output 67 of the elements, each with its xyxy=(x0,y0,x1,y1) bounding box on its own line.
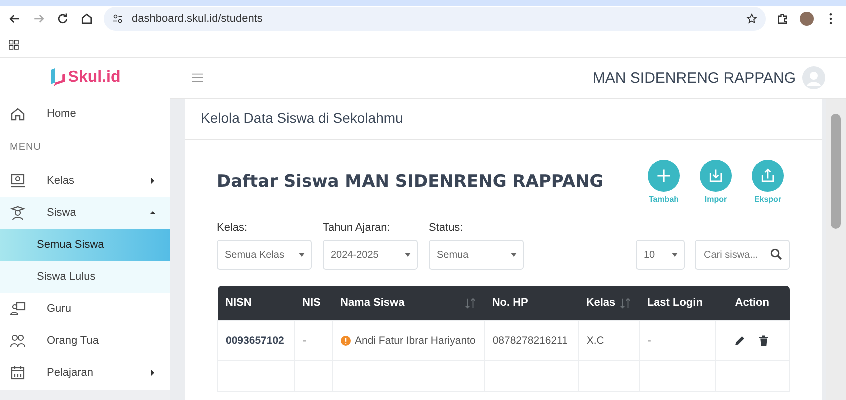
column-header: Last Login xyxy=(639,286,716,320)
table-cell: Andi Fatur Ibrar Hariyanto xyxy=(332,320,484,360)
sidebar-item[interactable]: Orang Tua xyxy=(0,325,170,357)
apps-grid-icon[interactable] xyxy=(8,38,20,50)
table-cell: - xyxy=(639,320,716,360)
download-icon xyxy=(707,167,725,185)
reload-icon[interactable] xyxy=(56,12,70,26)
address-bar[interactable]: dashboard.skul.id/students xyxy=(104,7,766,31)
column-header: Action xyxy=(715,286,790,320)
star-icon[interactable] xyxy=(746,13,758,25)
caret-icon xyxy=(150,178,156,184)
brand-logo[interactable]: Skul.id xyxy=(68,69,121,87)
logo-icon xyxy=(49,68,66,88)
menu-section-label: MENU xyxy=(9,141,42,155)
filter-label: Tahun Ajaran: xyxy=(323,222,392,234)
sort-icon[interactable] xyxy=(465,298,476,308)
sidebar-item[interactable]: Siswa xyxy=(0,197,170,229)
sidebar-subitem[interactable]: Semua Siswa xyxy=(0,229,170,261)
search-field[interactable]: Cari siswa... xyxy=(695,240,790,270)
filter-dropdown[interactable]: Semua Kelas xyxy=(217,240,312,270)
edit-icon[interactable] xyxy=(734,334,746,346)
page-heading: Daftar Siswa MAN SIDENRENG RAPPANG xyxy=(217,172,604,194)
table-cell: 0878278216211 xyxy=(484,320,578,360)
caret-icon xyxy=(299,253,305,257)
sidebar-item[interactable]: Pelajaran xyxy=(0,357,170,389)
teacher-board-icon xyxy=(10,301,26,317)
filter-dropdown[interactable]: 2024-2025 xyxy=(323,240,418,270)
profile-avatar[interactable] xyxy=(800,12,814,26)
filter-label: Status: xyxy=(429,222,464,234)
upload-icon xyxy=(759,167,777,185)
page-title: Kelola Data Siswa di Sekolahmu xyxy=(185,99,822,140)
table-cell: 0093657102 xyxy=(218,320,294,360)
column-header: NIS xyxy=(294,286,332,320)
column-header[interactable]: Nama Siswa xyxy=(332,286,484,320)
caret-icon xyxy=(150,210,156,216)
home-icon xyxy=(10,106,26,122)
back-icon[interactable] xyxy=(8,12,22,26)
sidebar-item[interactable]: Home xyxy=(0,98,170,130)
plus-icon xyxy=(655,167,673,185)
menu-icon[interactable] xyxy=(192,73,203,83)
table-cell: - xyxy=(294,320,332,360)
people-icon xyxy=(10,333,26,349)
column-header: NISN xyxy=(218,286,294,320)
page-size-dropdown[interactable]: 10 xyxy=(636,240,685,270)
search-icon[interactable] xyxy=(770,248,783,261)
sidebar-item[interactable]: Kelas xyxy=(0,165,170,197)
caret-icon xyxy=(150,370,156,376)
sidebar-item[interactable]: Guru xyxy=(0,293,170,325)
filter-label: Kelas: xyxy=(217,222,249,234)
puzzle-icon[interactable] xyxy=(776,12,790,26)
sidebar-subitem[interactable]: Siswa Lulus xyxy=(0,261,170,293)
site-settings-icon[interactable] xyxy=(112,13,124,25)
graduate-icon xyxy=(10,205,26,221)
column-header: No. HP xyxy=(484,286,578,320)
column-header[interactable]: Kelas xyxy=(578,286,640,320)
calendar-icon xyxy=(10,365,26,381)
classroom-icon xyxy=(10,173,26,189)
caret-icon xyxy=(672,253,678,257)
caret-icon xyxy=(405,253,411,257)
school-name: MAN SIDENRENG RAPPANG xyxy=(592,70,796,86)
filter-dropdown[interactable]: Semua xyxy=(429,240,524,270)
caret-icon xyxy=(511,253,517,257)
sort-icon[interactable] xyxy=(620,298,632,308)
table-cell: X.C xyxy=(578,320,640,360)
home-icon[interactable] xyxy=(80,12,94,26)
trash-icon[interactable] xyxy=(758,334,770,346)
scrollbar-thumb[interactable] xyxy=(831,114,841,229)
